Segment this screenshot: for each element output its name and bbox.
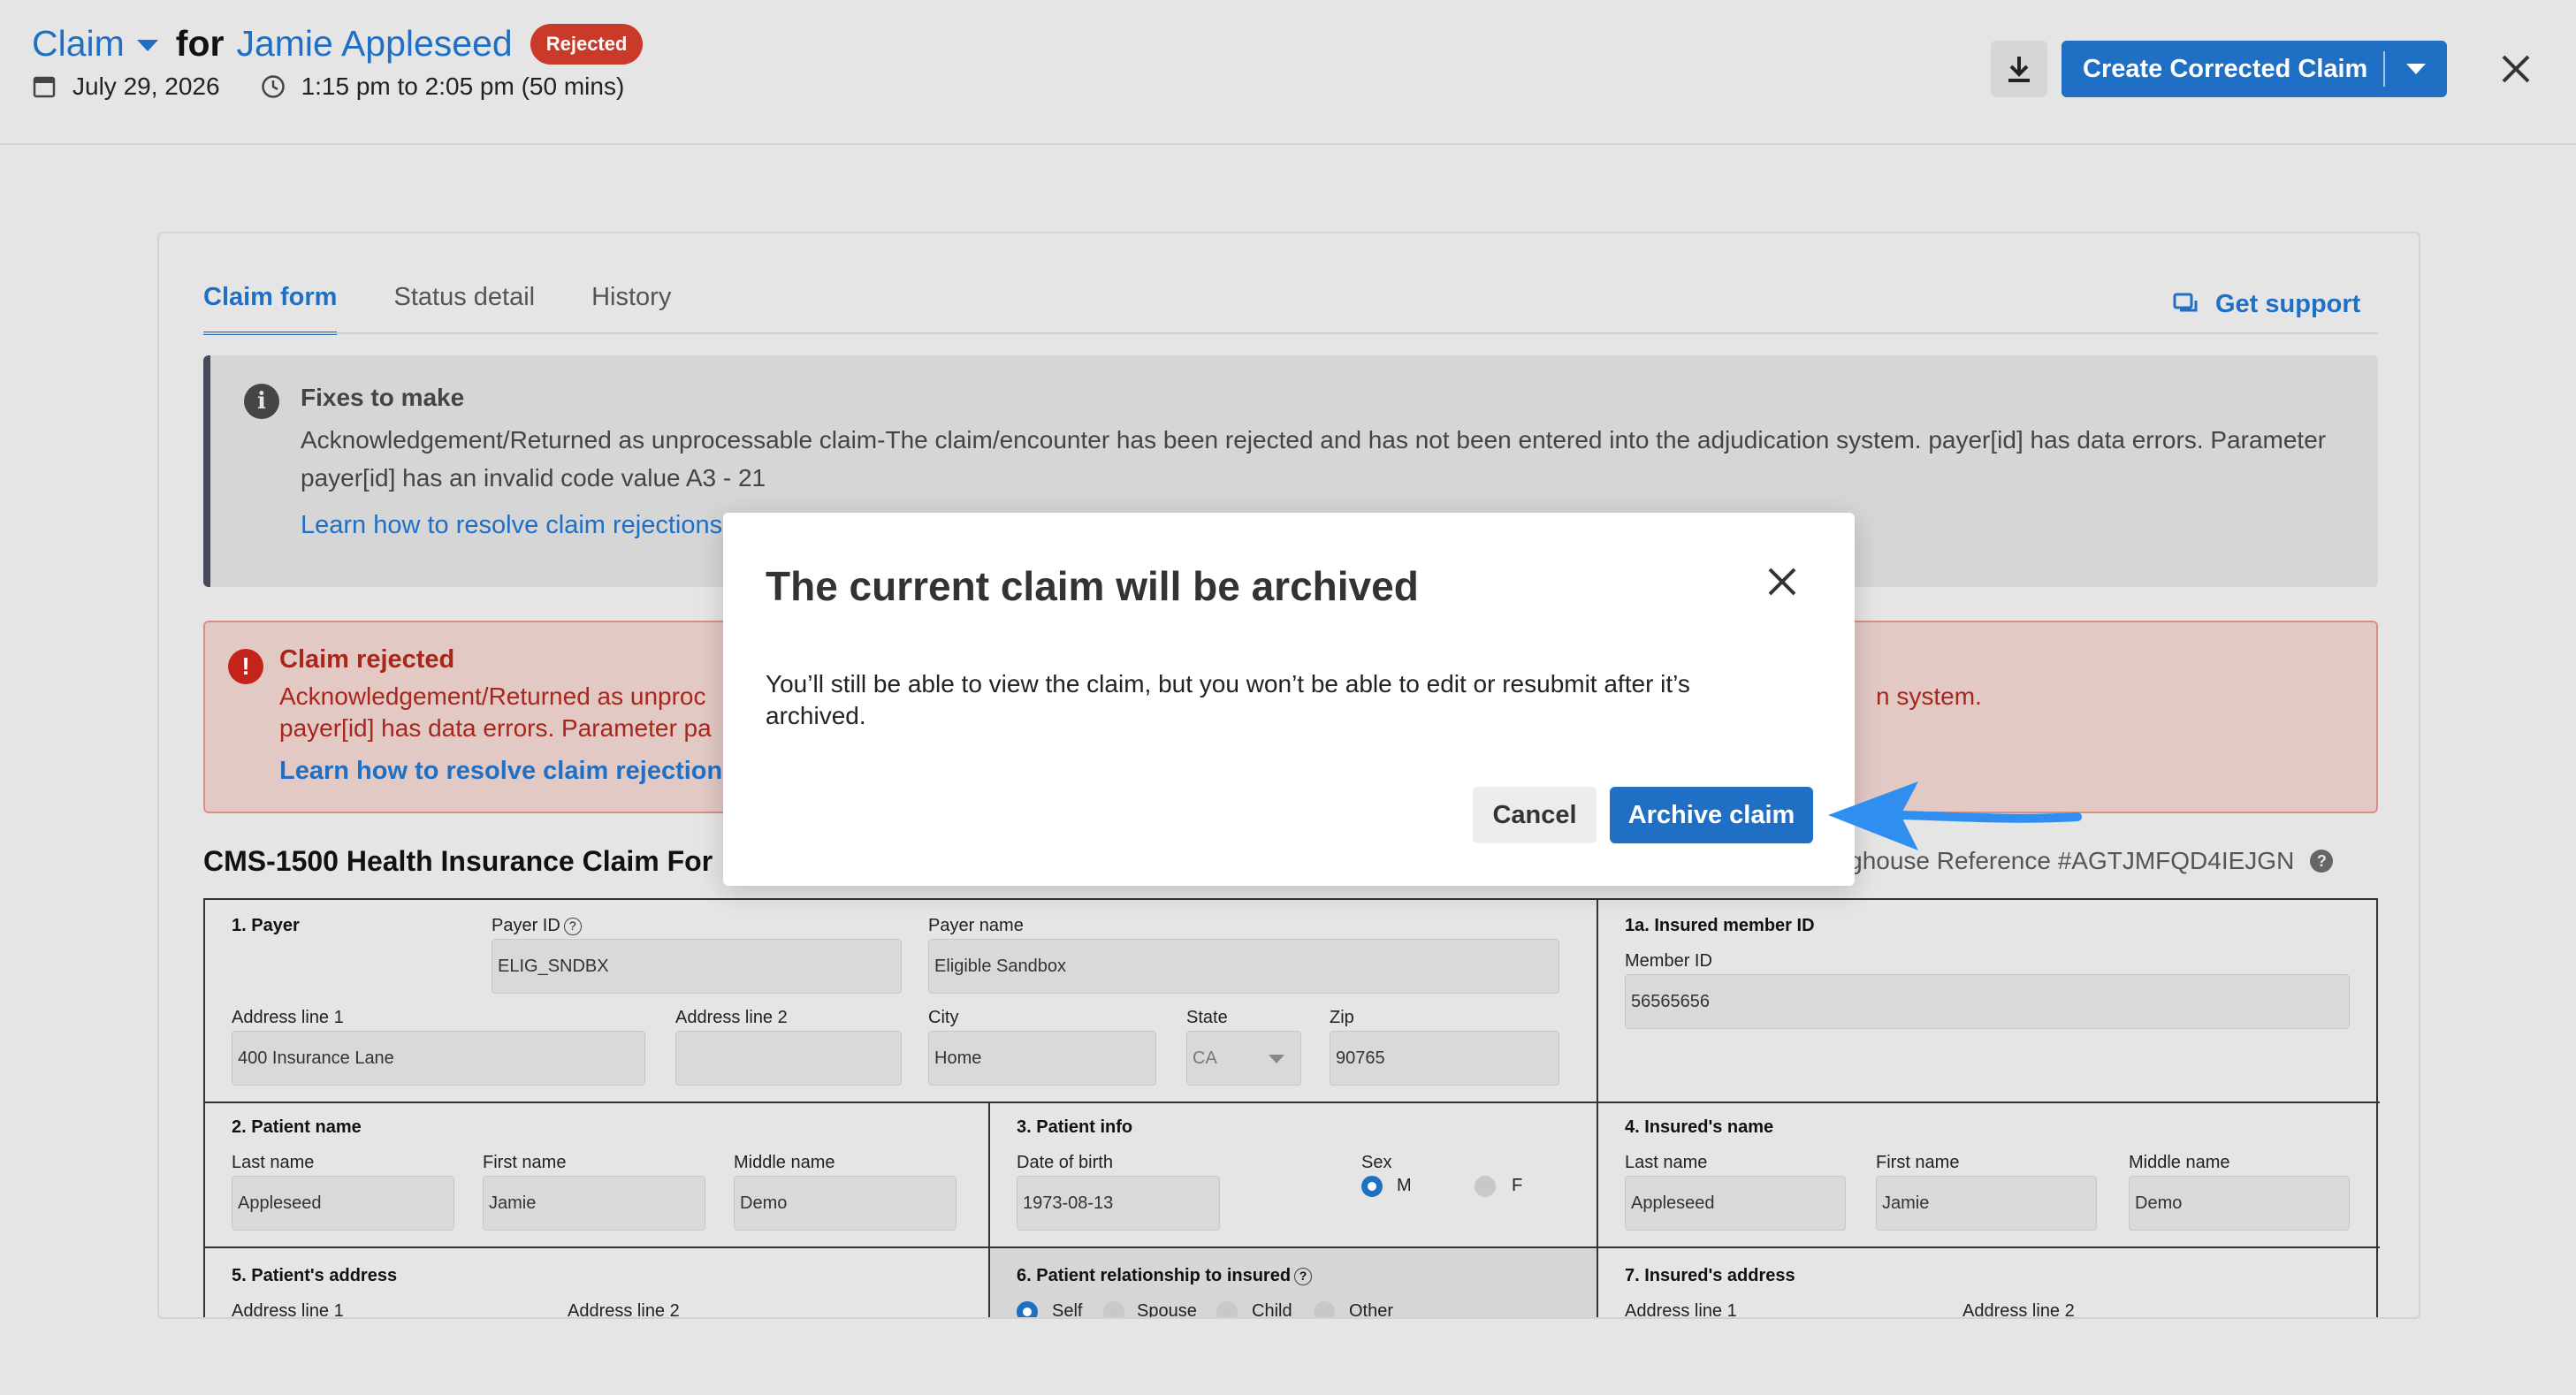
help-icon[interactable]: ? xyxy=(1294,1267,1313,1285)
relationship-other-radio[interactable] xyxy=(1314,1301,1335,1317)
calendar-icon xyxy=(33,76,56,98)
payer-section: 1. Payer Payer ID? ELIG_SNDBX Payer name… xyxy=(205,900,1598,1103)
insured-member-section: 1a. Insured member ID Member ID 56565656 xyxy=(1598,900,2380,1103)
resolve-rejections-link[interactable]: Learn how to resolve claim rejections xyxy=(301,511,722,540)
page-header: Claim for Jamie Appleseed Rejected July … xyxy=(0,0,2576,145)
patient-middle-name-field[interactable]: Demo xyxy=(734,1176,956,1231)
fixes-text: Acknowledgement/Returned as unprocessabl… xyxy=(301,426,2327,492)
relationship-section: 6. Patient relationship to insured? Self… xyxy=(990,1248,1598,1317)
rejection-text-line2: payer[id] has data errors. Parameter pa xyxy=(279,714,712,742)
status-badge: Rejected xyxy=(530,23,644,65)
chevron-down-icon xyxy=(1269,1055,1284,1063)
create-claim-dropdown-toggle[interactable] xyxy=(2385,64,2447,74)
tab-claim-form[interactable]: Claim form xyxy=(203,283,338,335)
help-icon[interactable]: ? xyxy=(563,917,582,935)
appointment-meta: July 29, 2026 1:15 pm to 2:05 pm (50 min… xyxy=(32,72,624,101)
appointment-time: 1:15 pm to 2:05 pm (50 mins) xyxy=(301,72,625,100)
archive-claim-dialog: The current claim will be archived You’l… xyxy=(723,513,1855,886)
insured-first-name-field[interactable]: Jamie xyxy=(1876,1176,2097,1231)
relationship-spouse-radio[interactable] xyxy=(1103,1301,1124,1317)
insured-last-name-field[interactable]: Appleseed xyxy=(1625,1176,1846,1231)
archive-claim-button[interactable]: Archive claim xyxy=(1610,787,1813,843)
rejection-resolve-link[interactable]: Learn how to resolve claim rejections xyxy=(279,757,736,786)
dialog-title: The current claim will be archived xyxy=(766,563,1419,609)
rejection-text-tail: n system. xyxy=(1876,682,1982,710)
payer-id-field[interactable]: ELIG_SNDBX xyxy=(492,939,902,994)
insured-address-section: 7. Insured's address Address line 1 Addr… xyxy=(1625,1266,2075,1319)
patient-first-name-field[interactable]: Jamie xyxy=(483,1176,705,1231)
payer-name-field[interactable]: Eligible Sandbox xyxy=(928,939,1559,994)
create-corrected-claim-button[interactable]: Create Corrected Claim xyxy=(2062,41,2447,97)
get-support-link[interactable]: Get support xyxy=(2173,290,2360,319)
patient-last-name-field[interactable]: Appleseed xyxy=(232,1176,454,1231)
patient-info-section: 3. Patient info Date of birth 1973-08-13… xyxy=(990,1103,1598,1248)
close-icon[interactable] xyxy=(1764,564,1800,599)
chevron-down-icon[interactable] xyxy=(136,40,158,51)
title-for: for xyxy=(175,23,225,64)
cancel-button[interactable]: Cancel xyxy=(1473,787,1597,843)
help-icon[interactable]: ? xyxy=(2310,850,2334,873)
cms1500-form: 1. Payer Payer ID? ELIG_SNDBX Payer name… xyxy=(203,898,2380,1319)
patient-name-link[interactable]: Jamie Appleseed xyxy=(236,23,512,65)
patient-name-section: 2. Patient name Last name Appleseed Firs… xyxy=(205,1103,990,1248)
fixes-title: Fixes to make xyxy=(301,384,465,411)
error-icon: ! xyxy=(228,649,263,684)
chevron-down-icon xyxy=(2406,64,2426,74)
sex-f-radio[interactable] xyxy=(1475,1176,1496,1197)
close-icon[interactable] xyxy=(2498,51,2534,87)
tab-status-detail[interactable]: Status detail xyxy=(393,283,535,335)
tab-history[interactable]: History xyxy=(591,283,671,335)
patient-address-section: 5. Patient's address Address line 1 Addr… xyxy=(205,1248,990,1317)
appointment-date: July 29, 2026 xyxy=(72,72,220,100)
claim-menu-label[interactable]: Claim xyxy=(32,23,125,65)
insured-name-section: 4. Insured's name Last name Appleseed Fi… xyxy=(1598,1103,2380,1248)
annotation-arrow-icon xyxy=(1828,781,2082,850)
rejection-text-line1: Acknowledgement/Returned as unproc xyxy=(279,682,706,710)
payer-zip-field[interactable]: 90765 xyxy=(1330,1031,1559,1086)
payer-city-field[interactable]: Home xyxy=(928,1031,1156,1086)
chat-icon xyxy=(2173,293,2198,311)
clock-icon xyxy=(261,75,285,98)
dialog-body: You’ll still be able to view the claim, … xyxy=(766,670,1690,729)
create-corrected-claim-label: Create Corrected Claim xyxy=(2083,54,2368,83)
payer-address1-field[interactable]: 400 Insurance Lane xyxy=(232,1031,645,1086)
payer-state-select[interactable]: CA xyxy=(1186,1031,1301,1086)
tab-bar: Claim form Status detail History xyxy=(203,283,671,335)
download-icon xyxy=(2008,57,2030,82)
payer-address2-field[interactable] xyxy=(675,1031,902,1086)
info-icon: i xyxy=(244,384,279,419)
relationship-self-radio[interactable] xyxy=(1017,1301,1038,1317)
member-id-field[interactable]: 56565656 xyxy=(1625,974,2350,1029)
dob-field[interactable]: 1973-08-13 xyxy=(1017,1176,1220,1231)
page-title: Claim for Jamie Appleseed Rejected xyxy=(32,23,644,65)
rejection-title: Claim rejected xyxy=(279,645,455,674)
sex-m-radio[interactable] xyxy=(1361,1176,1383,1197)
relationship-child-radio[interactable] xyxy=(1216,1301,1238,1317)
download-button[interactable] xyxy=(1991,41,2047,97)
insured-middle-name-field[interactable]: Demo xyxy=(2129,1176,2350,1231)
form-title: CMS-1500 Health Insurance Claim For xyxy=(203,845,713,877)
